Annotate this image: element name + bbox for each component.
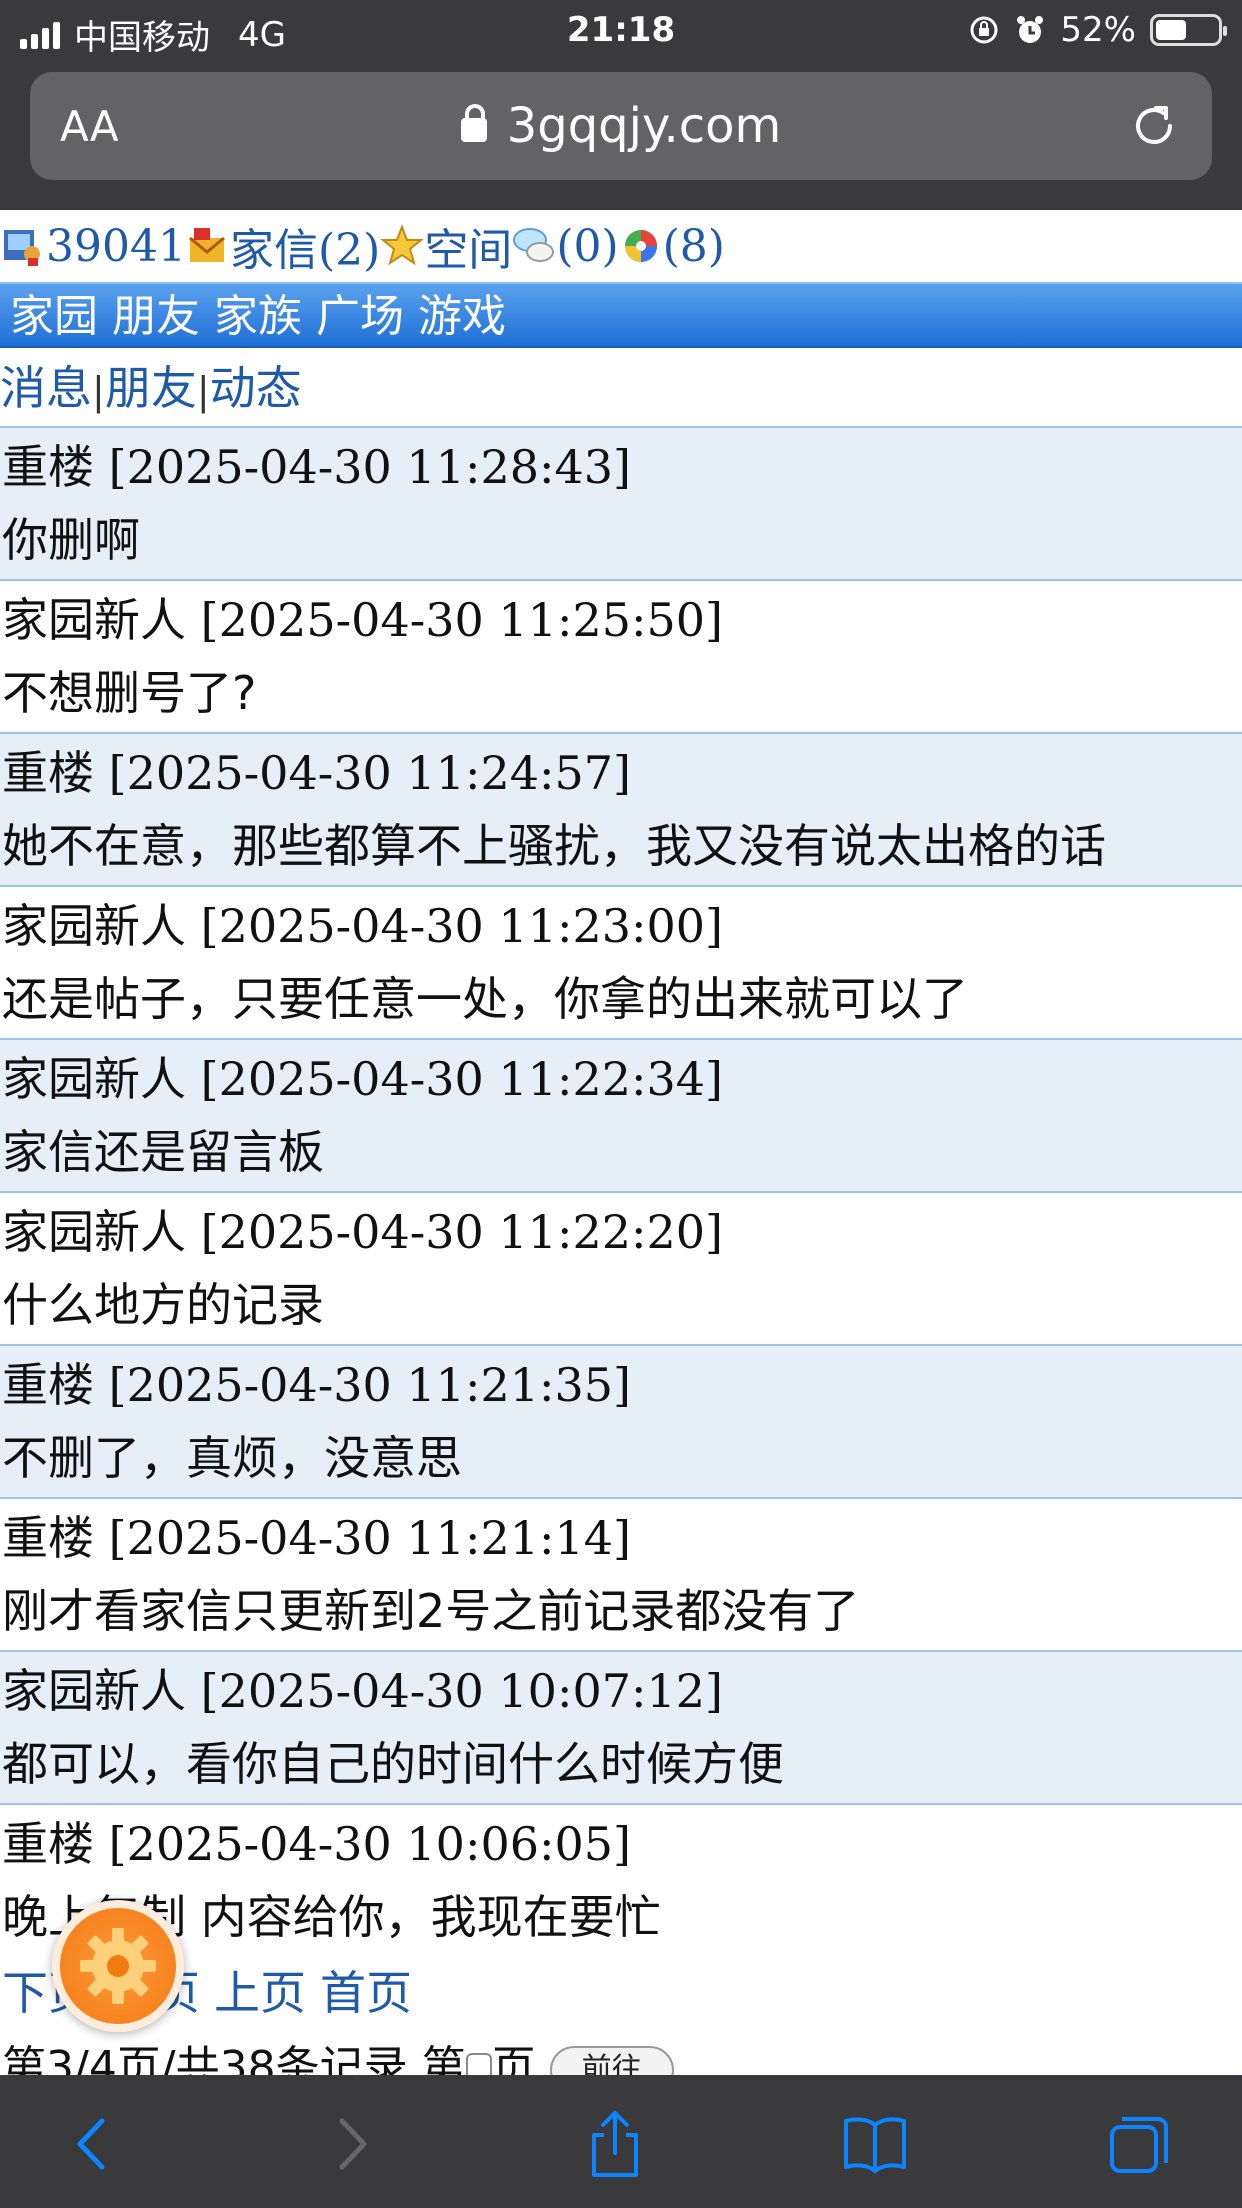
nav-item-clan[interactable]: 家族 <box>214 291 302 342</box>
message-text: 她不在意，那些都算不上骚扰，我又没有说太出格的话 <box>2 819 1106 873</box>
message-row: 家园新人 [2025-04-30 11:25:50] 不想删号了? <box>0 581 1242 734</box>
back-icon[interactable] <box>58 2109 128 2179</box>
message-time: [2025-04-30 11:25:50] <box>200 593 723 647</box>
message-time: [2025-04-30 11:23:00] <box>200 899 723 953</box>
mail-link[interactable]: 家信(2) <box>230 214 380 278</box>
message-time: [2025-04-30 11:22:20] <box>200 1205 723 1259</box>
page-suffix: 页 <box>491 2042 536 2075</box>
subnav-activity[interactable]: 动态 <box>210 361 302 415</box>
separator: | <box>196 369 210 413</box>
web-page: 39041 家信(2) 空间 (0) (8) 家园 朋友 家族 广场 游戏 消息|朋友|… <box>0 210 1242 2075</box>
lock-icon <box>460 104 487 142</box>
message-text: 家信还是留言板 <box>2 1125 324 1179</box>
first-page-link[interactable]: 首页 <box>320 1966 412 2020</box>
message-time: [2025-04-30 11:24:57] <box>108 746 631 800</box>
message-sender: 重楼 <box>2 1358 94 1412</box>
star-icon <box>380 224 425 266</box>
message-row: 重楼 [2025-04-30 11:21:35] 不删了，真烦，没意思 <box>0 1346 1242 1499</box>
message-time: [2025-04-30 10:07:12] <box>200 1664 723 1718</box>
user-id-link[interactable]: 39041 <box>46 221 186 272</box>
message-sender: 家园新人 <box>2 899 186 953</box>
separator: | <box>92 369 105 413</box>
message-text: 都可以，看你自己的时间什么时候方便 <box>2 1737 784 1791</box>
alarm-icon <box>1017 16 1044 43</box>
message-text: 不删了，真烦，没意思 <box>2 1431 462 1485</box>
nav-item-home[interactable]: 家园 <box>10 291 98 342</box>
orientation-lock-icon <box>970 16 998 44</box>
message-row: 家园新人 [2025-04-30 10:07:12] 都可以，看你自己的时间什么… <box>0 1652 1242 1805</box>
message-row: 重楼 [2025-04-30 10:06:05] 晚上复制 内容给你，我现在要忙 <box>0 1805 1242 1958</box>
battery-percent: 52% <box>1060 10 1136 50</box>
chat-count-link[interactable]: (0) <box>556 221 618 272</box>
message-sender: 家园新人 <box>2 593 186 647</box>
other-count-link[interactable]: (8) <box>663 221 725 272</box>
message-text: 你删啊 <box>2 513 140 567</box>
nav-item-square[interactable]: 广场 <box>316 291 404 342</box>
url-text[interactable]: 3gqqjy.com <box>507 98 782 154</box>
message-row: 重楼 [2025-04-30 11:24:57] 她不在意，那些都算不上骚扰，我… <box>0 734 1242 887</box>
subnav-friends[interactable]: 朋友 <box>105 361 197 415</box>
message-text: 晚上复制 内容给你，我现在要忙 <box>2 1890 661 1944</box>
message-sender: 重楼 <box>2 440 94 494</box>
forward-icon[interactable] <box>316 2109 386 2179</box>
message-text: 不想删号了? <box>2 666 257 720</box>
message-time: [2025-04-30 11:22:34] <box>200 1052 723 1106</box>
message-sender: 家园新人 <box>2 1205 186 1259</box>
browser-toolbar <box>0 2075 1242 2208</box>
pagination: 下页尾页上页首页 <box>0 1958 1242 2038</box>
message-text: 刚才看家信只更新到2号之前记录都没有了 <box>2 1584 860 1638</box>
message-row: 家园新人 [2025-04-30 11:23:00] 还是帖子，只要任意一处，你… <box>0 887 1242 1040</box>
address-bar[interactable]: AA 3gqqjy.com <box>30 72 1212 180</box>
mail-icon <box>189 228 225 262</box>
status-bar: 中国移动 4G 21:18 52% <box>0 0 1242 62</box>
color-wheel-icon <box>624 230 657 262</box>
user-icon <box>4 230 40 266</box>
main-nav: 家园 朋友 家族 广场 游戏 <box>0 282 1242 348</box>
tabs-icon[interactable] <box>1104 2109 1174 2179</box>
message-time: [2025-04-30 11:21:35] <box>108 1358 631 1412</box>
message-sender: 重楼 <box>2 1817 94 1871</box>
share-icon[interactable] <box>580 2109 650 2179</box>
prev-page-link[interactable]: 上页 <box>214 1966 306 2020</box>
message-row: 重楼 [2025-04-30 11:21:14] 刚才看家信只更新到2号之前记录… <box>0 1499 1242 1652</box>
message-row: 重楼 [2025-04-30 11:28:43] 你删啊 <box>0 428 1242 581</box>
message-sender: 家园新人 <box>2 1664 186 1718</box>
go-button[interactable]: 前往 <box>549 2046 674 2075</box>
browser-chrome: 中国移动 4G 21:18 52% AA 3gqqjy.com <box>0 0 1242 210</box>
message-sender: 重楼 <box>2 1511 94 1565</box>
message-time: [2025-04-30 11:21:14] <box>108 1511 631 1565</box>
battery-icon <box>1150 14 1227 46</box>
user-toolbar: 39041 家信(2) 空间 (0) (8) <box>0 210 1242 282</box>
subnav-messages[interactable]: 消息 <box>0 361 92 415</box>
bookmarks-icon[interactable] <box>840 2109 910 2179</box>
message-list: 重楼 [2025-04-30 11:28:43] 你删啊 家园新人 [2025-… <box>0 428 1242 1958</box>
message-time: [2025-04-30 11:28:43] <box>108 440 631 494</box>
message-row: 家园新人 [2025-04-30 11:22:20] 什么地方的记录 <box>0 1193 1242 1346</box>
message-text: 什么地方的记录 <box>2 1278 324 1332</box>
sub-nav: 消息|朋友|动态 <box>0 348 1242 428</box>
settings-fab[interactable] <box>52 1900 184 2032</box>
gear-icon <box>80 1928 156 2004</box>
reload-icon[interactable] <box>1126 98 1182 154</box>
nav-item-games[interactable]: 游戏 <box>418 291 506 342</box>
nav-item-friends[interactable]: 朋友 <box>112 291 200 342</box>
message-text: 还是帖子，只要任意一处，你拿的出来就可以了 <box>2 972 968 1026</box>
message-row: 家园新人 [2025-04-30 11:22:34] 家信还是留言板 <box>0 1040 1242 1193</box>
message-sender: 家园新人 <box>2 1052 186 1106</box>
message-sender: 重楼 <box>2 746 94 800</box>
chat-bubble-icon <box>513 228 555 262</box>
page-info: 第3/4页/共38条记录 第页 前往 <box>0 2038 1242 2075</box>
message-time: [2025-04-30 10:06:05] <box>108 1817 631 1871</box>
space-link[interactable]: 空间 <box>424 214 512 278</box>
page-number-input[interactable] <box>465 2053 492 2075</box>
page-info-text: 第3/4页/共38条记录 第 <box>2 2042 466 2075</box>
